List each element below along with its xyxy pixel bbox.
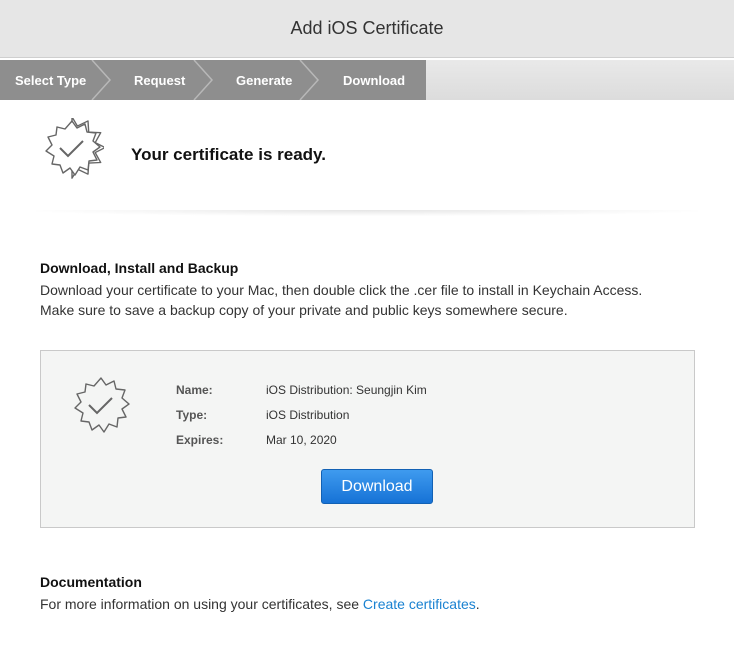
documentation-description: For more information on using your certi… bbox=[40, 596, 363, 612]
divider bbox=[36, 210, 698, 216]
page-title: Add iOS Certificate bbox=[290, 18, 444, 38]
step-select-type[interactable]: Select Type bbox=[15, 60, 86, 100]
certificate-card: Name: iOS Distribution: Seungjin Kim Typ… bbox=[40, 350, 695, 528]
steps-bar: Select Type Request Generate Download bbox=[0, 60, 734, 100]
type-value: iOS Distribution bbox=[266, 408, 350, 422]
progress-steps: Select Type Request Generate Download bbox=[0, 60, 426, 100]
name-label: Name: bbox=[176, 383, 213, 397]
step-download[interactable]: Download bbox=[343, 60, 405, 100]
expires-label: Expires: bbox=[176, 433, 224, 447]
window-header: Add iOS Certificate bbox=[0, 0, 734, 58]
expires-value: Mar 10, 2020 bbox=[266, 433, 337, 447]
name-value: iOS Distribution: Seungjin Kim bbox=[266, 383, 427, 397]
type-label: Type: bbox=[176, 408, 208, 422]
certificate-badge-icon bbox=[74, 377, 130, 433]
step-generate[interactable]: Generate bbox=[236, 60, 292, 100]
ready-message: Your certificate is ready. bbox=[131, 145, 326, 164]
step-separator-icon bbox=[299, 60, 320, 100]
certificate-badge-icon bbox=[45, 118, 104, 179]
step-separator-icon bbox=[91, 60, 112, 100]
create-certificates-link[interactable]: Create certificates bbox=[363, 596, 476, 612]
download-button[interactable]: Download bbox=[321, 469, 433, 504]
install-section-title: Download, Install and Backup bbox=[40, 260, 239, 276]
documentation-trailing: . bbox=[475, 596, 480, 612]
install-instructions-line1: Download your certificate to your Mac, t… bbox=[40, 282, 643, 298]
documentation-title: Documentation bbox=[40, 574, 142, 590]
step-request[interactable]: Request bbox=[134, 60, 185, 100]
documentation-text: For more information on using your certi… bbox=[40, 596, 480, 612]
install-instructions-line2: Make sure to save a backup copy of your … bbox=[40, 302, 568, 318]
step-separator-icon bbox=[193, 60, 214, 100]
